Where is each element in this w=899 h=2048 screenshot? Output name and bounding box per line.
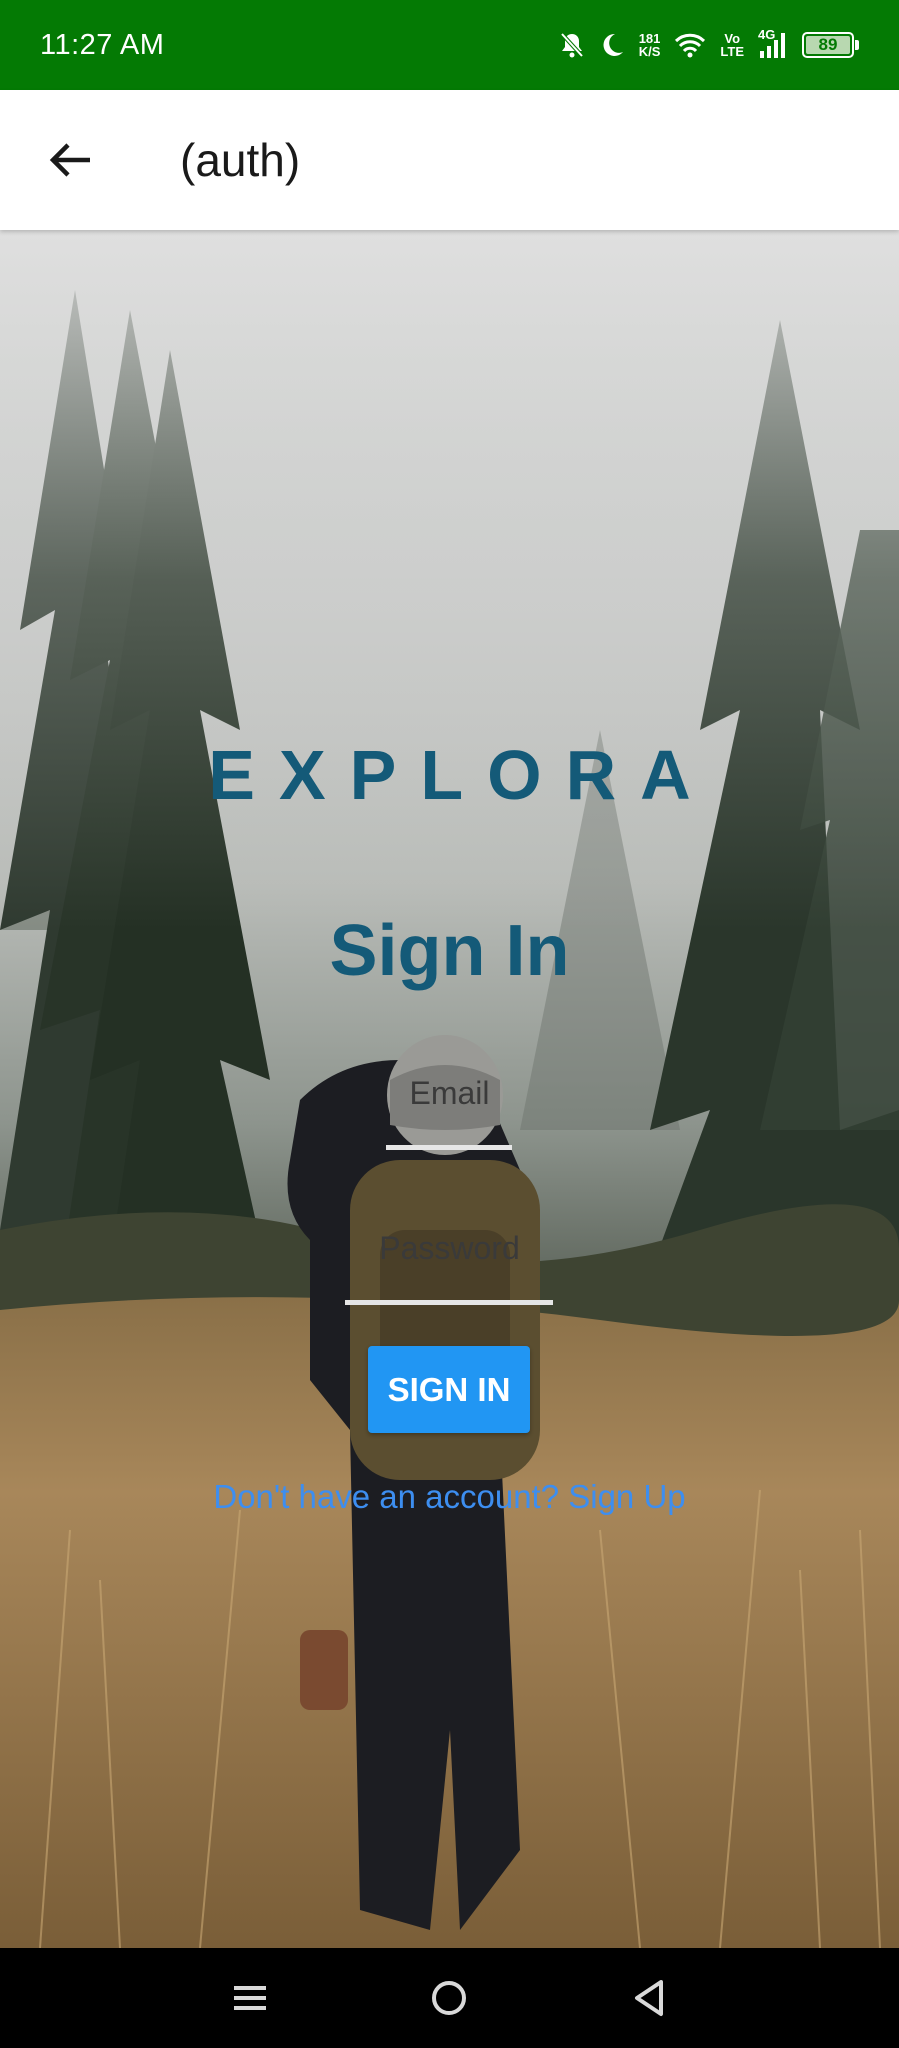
- battery-level: 89: [806, 36, 850, 54]
- status-time: 11:27 AM: [40, 28, 165, 61]
- volte-bottom: LTE: [720, 44, 744, 59]
- back-button[interactable]: [40, 130, 100, 190]
- status-icons: 181 K/S Vo LTE 4G 89: [559, 27, 859, 59]
- back-triangle-icon: [635, 1980, 664, 2016]
- sign-in-heading: Sign In: [329, 911, 570, 991]
- email-field-wrapper: [0, 1075, 899, 1112]
- network-type: 4G: [758, 27, 776, 42]
- battery-icon: 89: [802, 32, 859, 58]
- system-nav-bar: [0, 1948, 899, 2048]
- password-underline: [345, 1300, 553, 1305]
- sign-up-link[interactable]: Don't have an account? Sign Up: [0, 1478, 899, 1516]
- page-title: (auth): [180, 134, 301, 186]
- network-speed: 181 K/S: [639, 32, 661, 58]
- status-bar: 11:27 AM 181 K/S Vo LTE 4G 89: [0, 0, 899, 90]
- menu-icon: [233, 1986, 266, 2010]
- home-button[interactable]: [414, 1963, 484, 2033]
- password-field[interactable]: [0, 1230, 899, 1267]
- home-circle-icon: [432, 1981, 467, 2015]
- email-field[interactable]: [0, 1075, 899, 1112]
- recent-apps-button[interactable]: [215, 1963, 285, 2033]
- sign-in-form: EXPLORA Sign In SIGN IN Don't have an ac…: [0, 230, 899, 1948]
- volte-indicator: Vo LTE: [720, 32, 744, 58]
- wifi-icon: [674, 32, 706, 58]
- signal-icon: 4G: [758, 27, 788, 59]
- sign-in-button[interactable]: SIGN IN: [368, 1346, 530, 1433]
- email-underline: [386, 1145, 512, 1150]
- arrow-left-icon: [49, 143, 90, 177]
- brand-logo-text: EXPLORA: [208, 736, 715, 814]
- mute-bell-icon: [559, 31, 585, 59]
- system-back-button[interactable]: [614, 1963, 684, 2033]
- moon-icon: [599, 31, 625, 59]
- password-field-wrapper: [0, 1230, 899, 1267]
- app-bar: (auth): [0, 90, 899, 230]
- net-speed-unit: K/S: [638, 44, 661, 59]
